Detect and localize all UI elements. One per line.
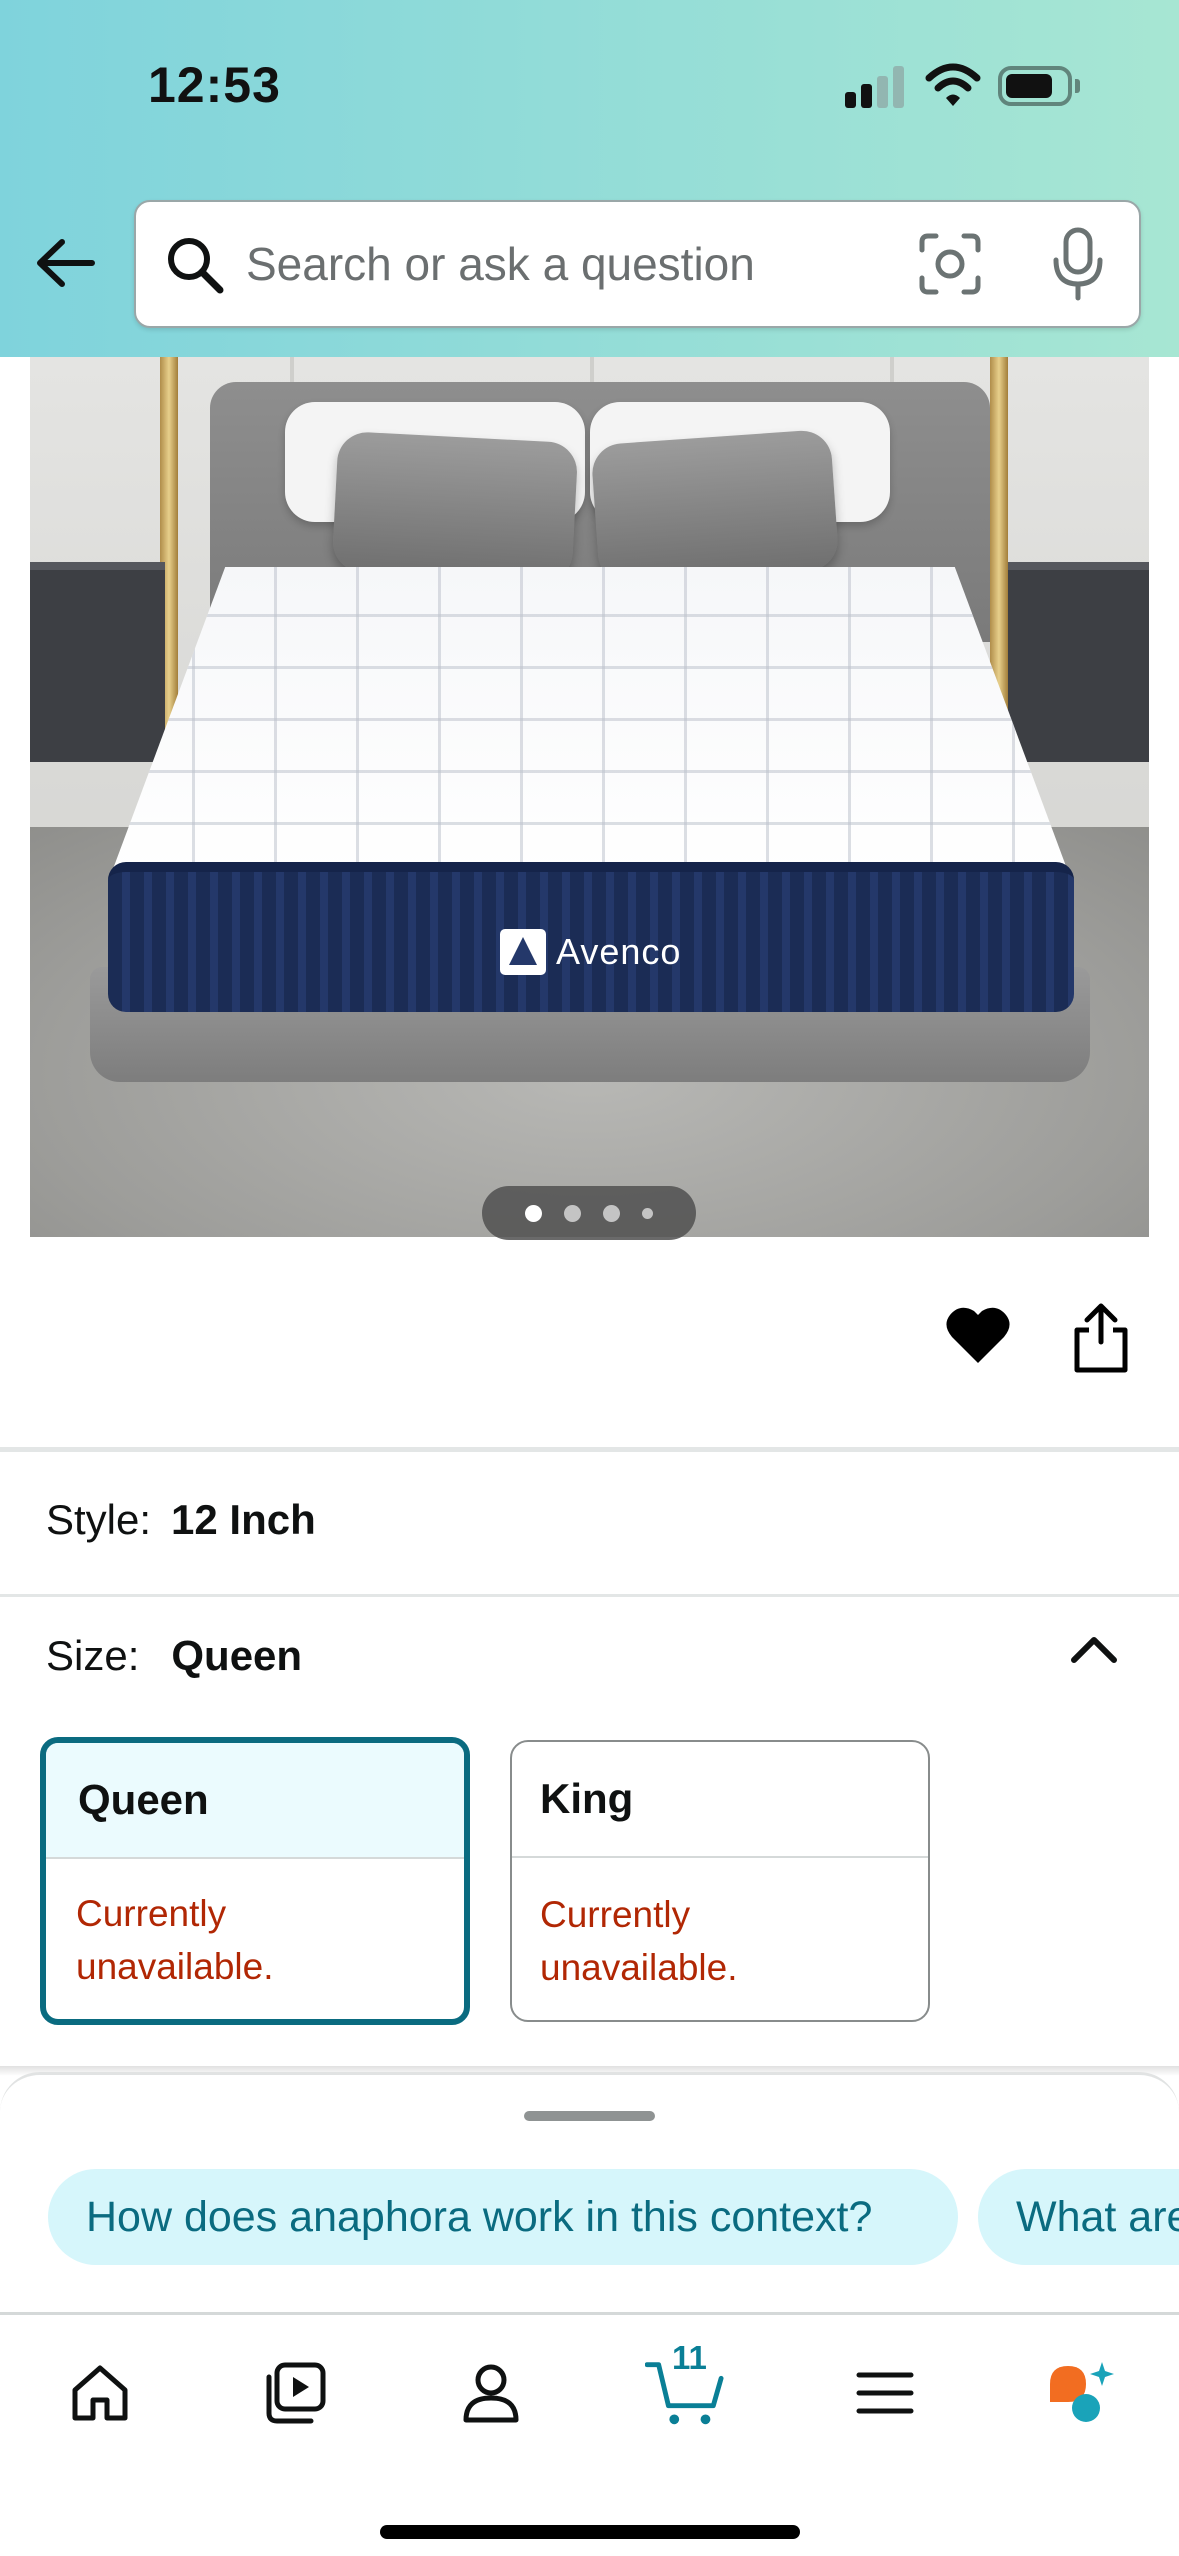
nightstand (30, 562, 165, 762)
size-header: Size: Queen (46, 1632, 302, 1680)
tab-bar: 11 (0, 2312, 1179, 2556)
style-selector[interactable]: Style: 12 Inch (46, 1496, 316, 1544)
wifi-icon (925, 63, 981, 106)
cart-count-badge: 11 (672, 2339, 707, 2376)
size-option-king[interactable]: King Currently unavailable. (510, 1740, 930, 2022)
tab-home[interactable] (60, 2353, 140, 2433)
size-option-name: Queen (46, 1743, 464, 1859)
brand-text: Avenco (556, 931, 682, 972)
rufus-icon (1050, 2362, 1114, 2422)
section-divider (0, 1594, 1179, 1597)
home-indicator (380, 2525, 800, 2539)
size-option-queen[interactable]: Queen Currently unavailable. (40, 1737, 470, 2025)
sheet-grabber[interactable] (524, 2111, 655, 2121)
tab-menu[interactable] (845, 2353, 925, 2433)
search-input[interactable] (246, 202, 886, 326)
header: 12:53 (0, 0, 1179, 357)
size-option-name: King (512, 1742, 928, 1858)
menu-icon (856, 2372, 914, 2414)
nightstand (1008, 562, 1149, 762)
product-page: 12:53 Search or ask a question Avenco St… (0, 0, 1179, 2556)
heart-icon[interactable] (944, 1303, 1012, 1367)
suggestion-chip[interactable]: How does anaphora work in this context? (48, 2169, 958, 2265)
brand-logo: Avenco (500, 927, 681, 977)
carousel-indicator[interactable] (482, 1186, 696, 1240)
cellular-signal-icon (845, 66, 907, 108)
home-icon (72, 2365, 128, 2421)
section-divider (0, 1447, 1179, 1452)
carousel-dot (603, 1204, 620, 1222)
search-bar[interactable] (134, 200, 1141, 328)
style-label: Style: (46, 1496, 152, 1543)
tab-rufus[interactable] (1040, 2353, 1120, 2433)
availability-status: Currently unavailable. (540, 1894, 738, 1988)
video-icon (266, 2362, 326, 2424)
carousel-dot (564, 1204, 581, 1222)
arrow-left-icon (37, 239, 95, 287)
camera-scan-icon[interactable] (916, 230, 984, 298)
product-image[interactable]: Avenco (30, 357, 1149, 1237)
brand-logo-mark (500, 929, 546, 975)
search-icon (168, 238, 224, 294)
suggestion-chip[interactable]: What are (978, 2169, 1179, 2265)
account-icon (463, 2364, 519, 2423)
availability-status: Currently unavailable. (76, 1893, 274, 1987)
status-time: 12:53 (148, 57, 281, 113)
style-value: 12 Inch (171, 1496, 316, 1543)
chevron-up-icon[interactable] (1066, 1628, 1122, 1672)
battery-icon (998, 66, 1080, 106)
back-button[interactable] (30, 228, 100, 298)
size-value: Queen (171, 1632, 303, 1679)
tab-video[interactable] (255, 2353, 335, 2433)
size-label: Size: (46, 1632, 140, 1679)
microphone-icon[interactable] (1048, 226, 1108, 302)
carousel-dot (525, 1204, 542, 1222)
share-icon[interactable] (1071, 1302, 1131, 1374)
mattress-top (110, 567, 1070, 877)
carousel-dot (642, 1207, 653, 1219)
tab-account[interactable] (451, 2353, 531, 2433)
rufus-suggestion-sheet: How does anaphora work in this context? … (0, 2072, 1179, 2312)
